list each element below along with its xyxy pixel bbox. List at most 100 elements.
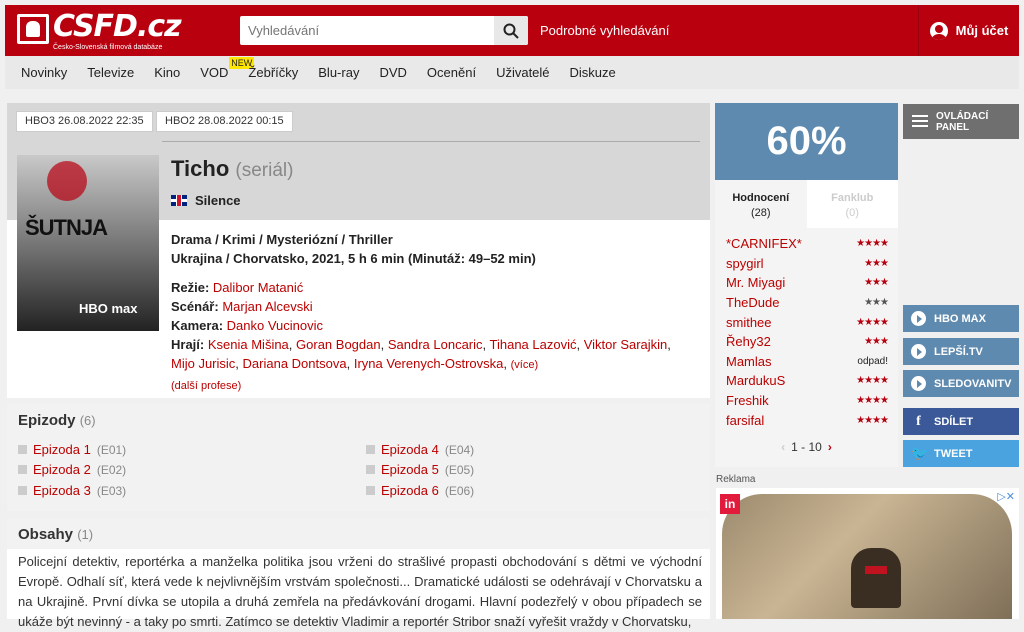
writer-link[interactable]: Marjan Alcevski: [222, 299, 312, 314]
nav-item-uzivatele[interactable]: Uživatelé: [496, 65, 549, 80]
episode-bullet-icon: [366, 445, 375, 454]
ratings-pager: ‹ 1 - 10 ›: [715, 440, 898, 454]
user-link[interactable]: MardukuS: [726, 373, 785, 388]
tab-fanclub[interactable]: Fanklub (0): [806, 180, 898, 228]
episode-item[interactable]: Epizoda 4 (E04): [366, 442, 474, 457]
cast-link[interactable]: Goran Bogdan: [296, 337, 381, 352]
lepsi-tv-button[interactable]: LEPŠÍ.TV: [903, 338, 1019, 365]
user-link[interactable]: smithee: [726, 315, 772, 330]
facebook-icon: f: [916, 413, 921, 429]
film-poster[interactable]: ŠUTNJA HBO max: [17, 155, 159, 331]
nav-item-zebricky[interactable]: Žebříčky: [248, 65, 298, 80]
user-link[interactable]: farsifal: [726, 413, 764, 428]
advanced-search-link[interactable]: Podrobné vyhledávání: [540, 23, 669, 38]
search-button[interactable]: [494, 16, 528, 45]
logo-tagline: Česko-Slovenská filmová databáze: [53, 44, 163, 51]
rating-score: 60%: [715, 103, 898, 180]
rating-row: Freshik ★★★★: [726, 393, 889, 408]
nav-item-bluray[interactable]: Blu-ray: [318, 65, 359, 80]
control-panel-button[interactable]: OVLÁDACÍ PANEL: [903, 104, 1019, 139]
sledovanitv-button[interactable]: SLEDOVANITV: [903, 370, 1019, 397]
episode-link[interactable]: Epizoda 2: [33, 462, 91, 477]
rating-stars: ★★★: [864, 258, 889, 269]
play-icon: [911, 344, 926, 359]
rating-stars: ★★★★: [856, 375, 889, 386]
tab-ratings[interactable]: Hodnocení (28): [715, 180, 807, 228]
cast-link[interactable]: Mijo Jurisic: [171, 356, 235, 371]
search-box: [240, 16, 528, 45]
site-logo[interactable]: CSFD.cz Česko-Slovenská filmová databáze: [17, 10, 187, 51]
more-professions-link[interactable]: (další profese): [171, 380, 241, 392]
share-label: SDÍLET: [934, 415, 974, 428]
rating-stars: ★★★★: [856, 238, 889, 249]
user-link[interactable]: TheDude: [726, 295, 779, 310]
facebook-share-button[interactable]: f SDÍLET: [903, 408, 1019, 435]
user-link[interactable]: spygirl: [726, 256, 764, 271]
poster-title: ŠUTNJA: [25, 215, 108, 240]
episode-link[interactable]: Epizoda 6: [381, 483, 439, 498]
account-button[interactable]: Můj účet: [918, 5, 1019, 56]
advertisement[interactable]: in ▷✕: [716, 488, 1019, 619]
episode-link[interactable]: Epizoda 1: [33, 442, 91, 457]
episode-code: (E05): [444, 462, 475, 477]
film-title-text: Ticho: [171, 156, 230, 181]
next-page-icon[interactable]: ›: [828, 440, 832, 454]
nav-item-televize[interactable]: Televize: [87, 65, 134, 80]
episode-item[interactable]: Epizoda 6 (E06): [366, 483, 474, 498]
tab-ratings-count: (28): [750, 207, 771, 219]
ad-choices-icon[interactable]: ▷✕: [997, 490, 1015, 503]
cast-link[interactable]: Dariana Dontsova: [243, 356, 347, 371]
more-cast-link[interactable]: (více): [511, 359, 539, 371]
main-nav: Novinky Televize Kino VOD NEW Žebříčky Bl…: [5, 56, 1019, 89]
episode-item[interactable]: Epizoda 5 (E05): [366, 462, 474, 477]
episode-item[interactable]: Epizoda 3 (E03): [18, 483, 126, 498]
plot-heading: Obsahy (1): [18, 526, 93, 543]
episodes-box: Epizody (6) Epizoda 1 (E01) Epizoda 2 (E02…: [7, 404, 710, 511]
cast-link[interactable]: Viktor Sarajkin: [584, 337, 668, 352]
cast-link[interactable]: Tihana Lazović: [490, 337, 577, 352]
film-origin: Ukrajina / Chorvatsko, 2021, 5 h 6 min (…: [171, 251, 536, 266]
rating-row: spygirl ★★★: [726, 256, 889, 271]
episode-link[interactable]: Epizoda 4: [381, 442, 439, 457]
tv-slot[interactable]: HBO2 28.08.2022 00:15: [156, 111, 293, 132]
control-panel-label: OVLÁDACÍ PANEL: [936, 111, 989, 133]
tab-ratings-label: Hodnocení: [732, 192, 790, 204]
director-link[interactable]: Dalibor Matanić: [213, 280, 303, 295]
episode-item[interactable]: Epizoda 1 (E01): [18, 442, 126, 457]
cast-link[interactable]: Ksenia Mišina: [208, 337, 289, 352]
user-link[interactable]: Mamlas: [726, 354, 772, 369]
plot-text: Policejní detektiv, reportérka a manželk…: [18, 554, 702, 629]
director-label: Režie:: [171, 280, 210, 295]
user-link[interactable]: Mr. Miyagi: [726, 275, 785, 290]
plot-box: Obsahy (1) Policejní detektiv, reportérk…: [7, 518, 710, 629]
search-input[interactable]: [240, 16, 494, 45]
camera-label: Kamera:: [171, 318, 224, 333]
cast-link[interactable]: Iryna Verenych-Ostrovska: [354, 356, 504, 371]
user-link[interactable]: *CARNIFEX*: [726, 236, 802, 251]
episode-bullet-icon: [18, 445, 27, 454]
nav-item-oceneni[interactable]: Ocenění: [427, 65, 476, 80]
nav-item-diskuze[interactable]: Diskuze: [570, 65, 616, 80]
play-icon: [911, 311, 926, 326]
episode-item[interactable]: Epizoda 2 (E02): [18, 462, 126, 477]
prev-page-icon[interactable]: ‹: [781, 440, 785, 454]
tv-slot[interactable]: HBO3 26.08.2022 22:35: [16, 111, 153, 132]
nav-item-vod[interactable]: VOD NEW: [200, 57, 255, 80]
hbo-max-button[interactable]: HBO MAX: [903, 305, 1019, 332]
nav-item-novinky[interactable]: Novinky: [21, 65, 67, 80]
cast-label: Hrají:: [171, 337, 205, 352]
camera-link[interactable]: Danko Vucinovic: [227, 318, 323, 333]
user-link[interactable]: Freshik: [726, 393, 769, 408]
cast-link[interactable]: Sandra Loncaric: [388, 337, 483, 352]
film-box: HBO3 26.08.2022 22:35 HBO2 28.08.2022 00…: [7, 103, 710, 398]
nav-item-dvd[interactable]: DVD: [379, 65, 406, 80]
episode-link[interactable]: Epizoda 3: [33, 483, 91, 498]
twitter-icon: 🐦: [911, 445, 929, 461]
episodes-heading-text: Epizody: [18, 412, 76, 429]
user-link[interactable]: Řehy32: [726, 334, 771, 349]
ratings-list: *CARNIFEX* ★★★★ spygirl ★★★ Mr. Miyagi ★★★ …: [715, 228, 898, 467]
rating-stars: ★★★: [864, 336, 889, 347]
episode-link[interactable]: Epizoda 5: [381, 462, 439, 477]
nav-item-kino[interactable]: Kino: [154, 65, 180, 80]
tweet-button[interactable]: 🐦 TWEET: [903, 440, 1019, 467]
